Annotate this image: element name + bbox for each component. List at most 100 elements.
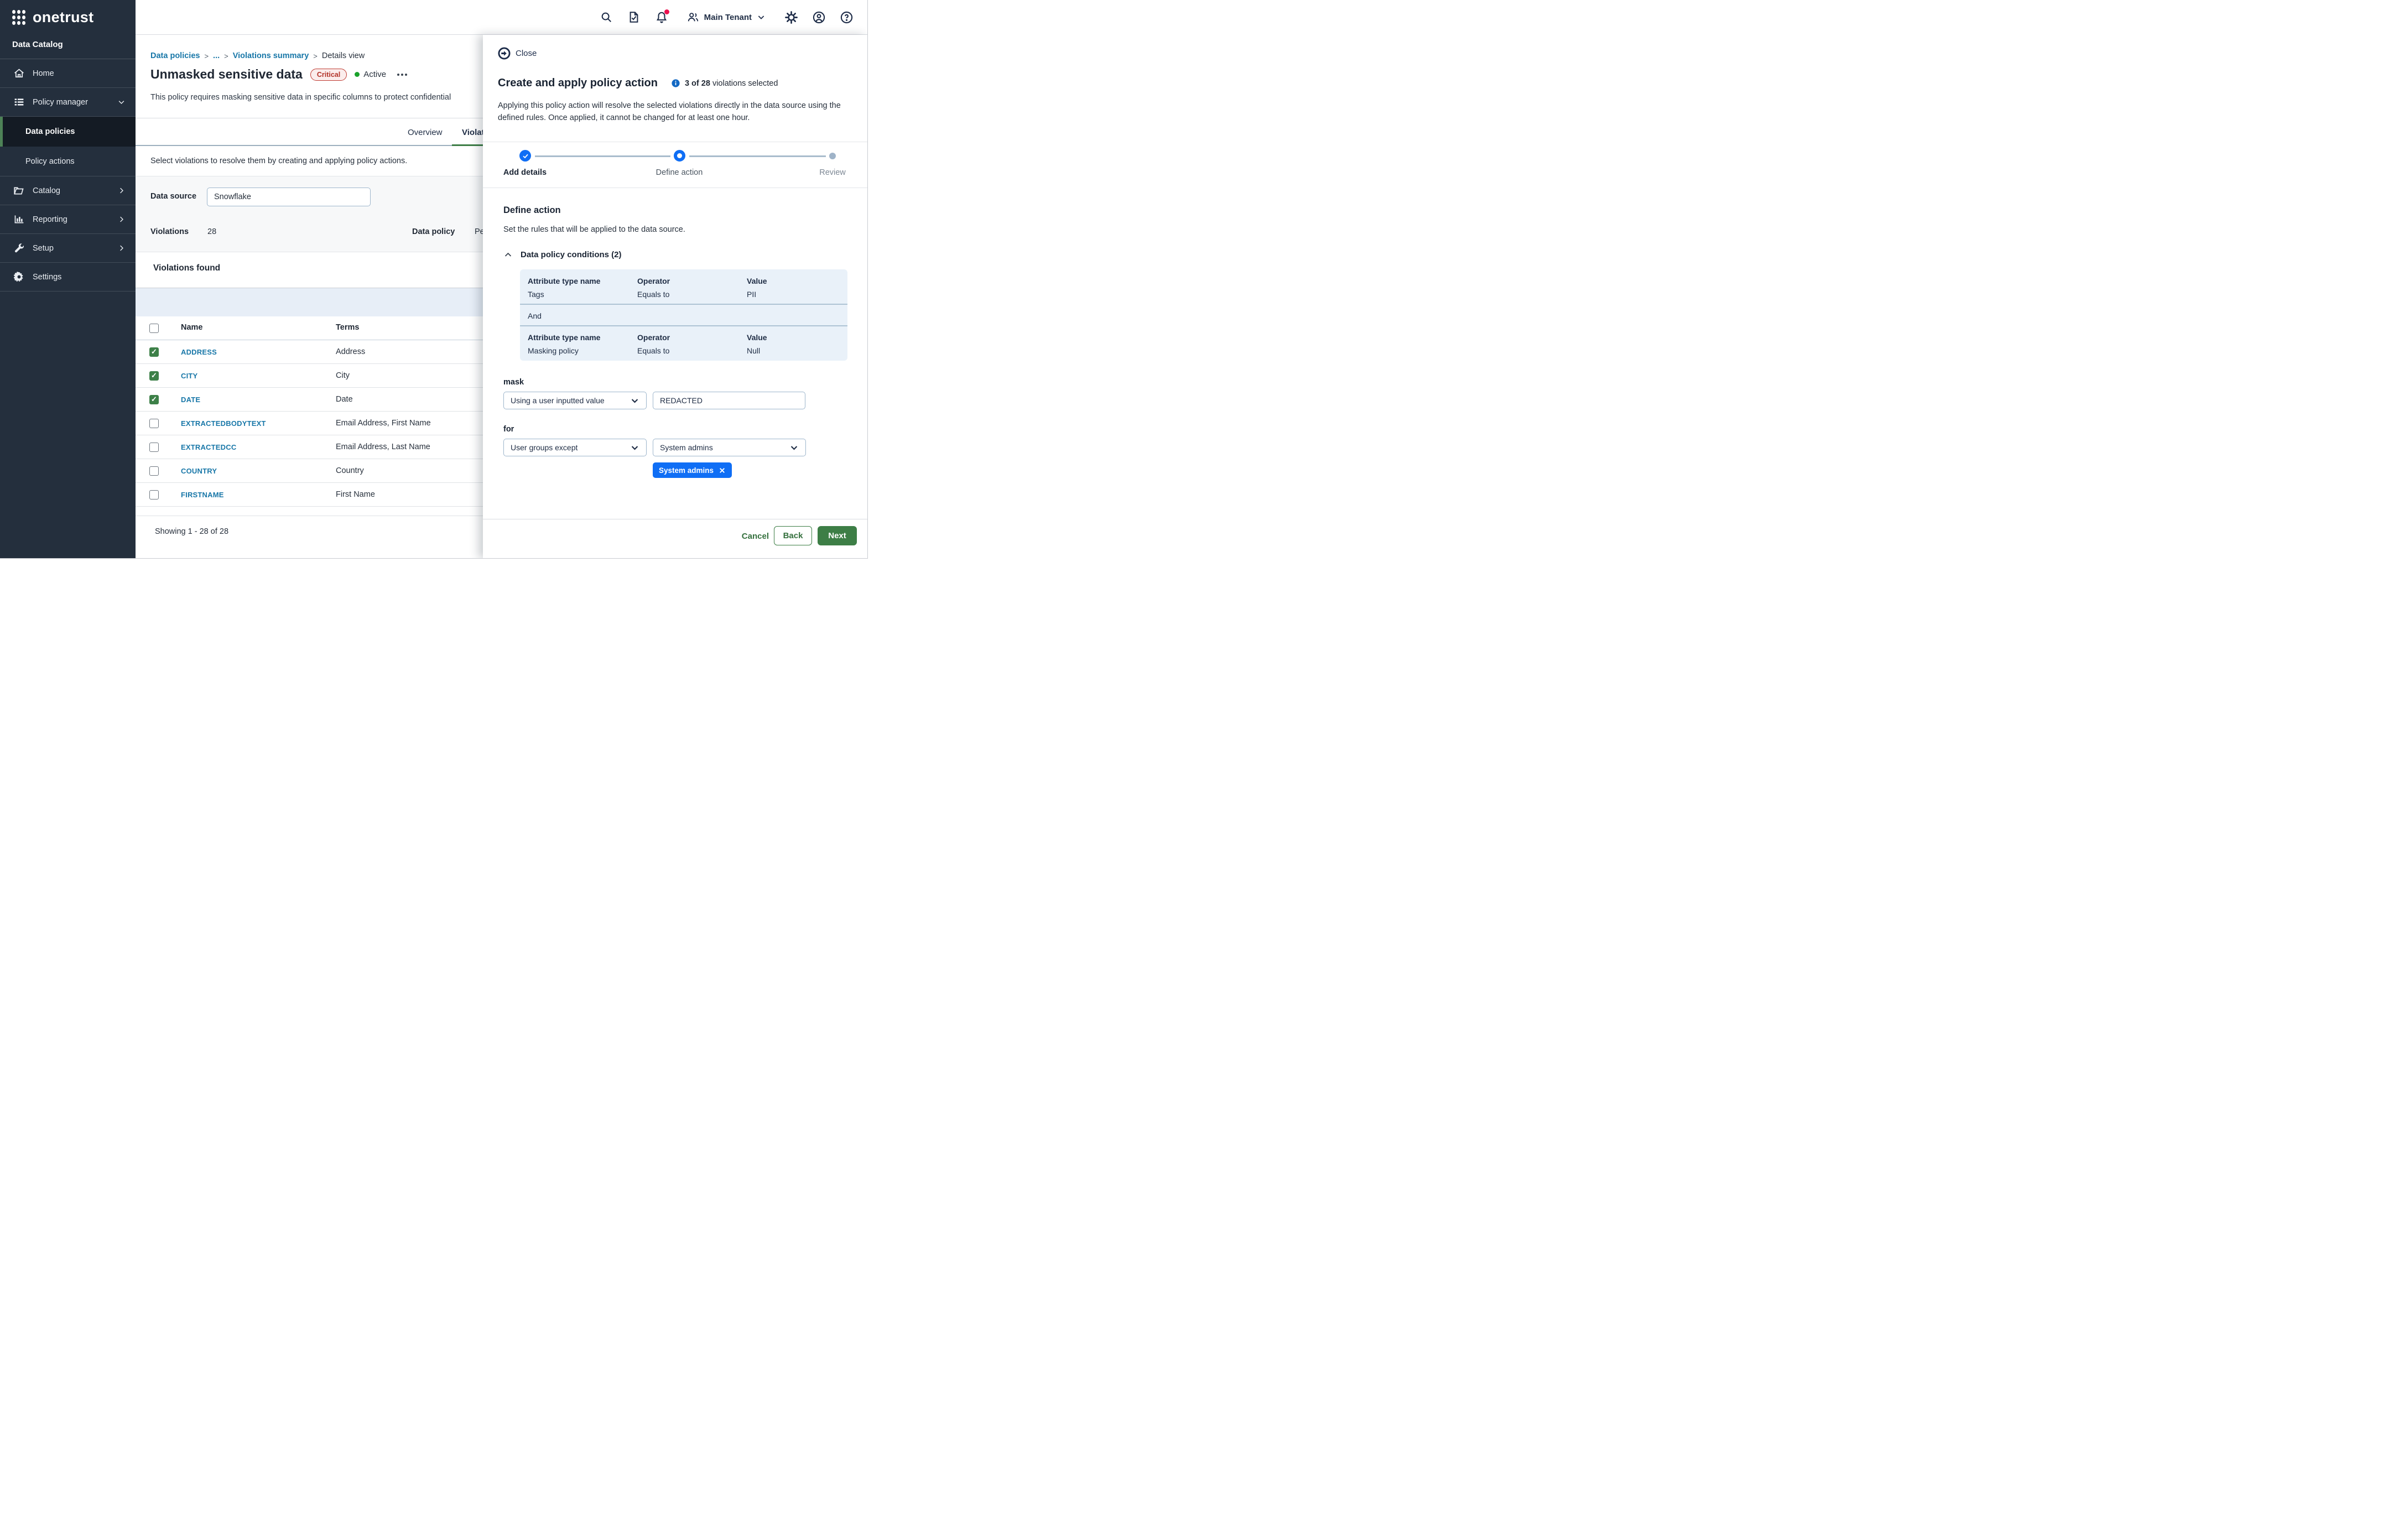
user-group-select[interactable]: System admins (653, 439, 806, 456)
violation-name-link[interactable]: COUNTRY (181, 467, 217, 475)
close-arrow-icon (498, 47, 511, 60)
violation-name-link[interactable]: FIRSTNAME (181, 491, 224, 499)
sidebar: onetrust Data Catalog Home Policy manage… (0, 0, 136, 558)
intro-text: Select violations to resolve them by cre… (150, 157, 407, 165)
violation-name-link[interactable]: DATE (181, 396, 200, 404)
violations-count-value: 28 (207, 227, 216, 236)
tenant-menu[interactable]: Main Tenant (687, 11, 766, 23)
close-button[interactable]: Close (498, 47, 537, 60)
row-checkbox[interactable] (149, 347, 159, 357)
sidebar-item-policy-actions[interactable]: Policy actions (0, 147, 136, 176)
sidebar-item-setup[interactable]: Setup (0, 234, 136, 263)
mask-value-input[interactable] (653, 392, 805, 409)
breadcrumb: Data policies > ... > Violations summary… (150, 51, 365, 60)
row-checkbox[interactable] (149, 443, 159, 452)
stepper: Add details Define action Review (483, 148, 867, 181)
more-options-icon[interactable] (397, 74, 407, 76)
bar-chart-icon (13, 214, 25, 225)
next-button[interactable]: Next (818, 526, 857, 545)
cond-attribute-value: Masking policy (528, 346, 579, 355)
mask-method-select[interactable]: Using a user inputted value (503, 392, 647, 409)
cancel-button[interactable]: Cancel (742, 532, 769, 541)
document-check-icon[interactable] (627, 11, 641, 24)
step-label-add-details: Add details (486, 168, 564, 177)
violation-name-link[interactable]: ADDRESS (181, 348, 217, 356)
tenant-label: Main Tenant (704, 13, 752, 22)
violation-name-link[interactable]: EXTRACTEDBODYTEXT (181, 419, 266, 428)
define-action-heading: Define action (503, 205, 561, 216)
step-connector (689, 155, 826, 157)
step-label-define-action: Define action (641, 168, 718, 177)
wrench-icon (13, 242, 25, 254)
logo-text: onetrust (33, 9, 93, 26)
row-checkbox[interactable] (149, 419, 159, 428)
nine-dot-grid-icon (12, 10, 25, 25)
cond-header-value: Value (747, 333, 767, 342)
row-checkbox[interactable] (149, 371, 159, 381)
breadcrumb-ellipsis[interactable]: ... (213, 51, 220, 60)
breadcrumb-current: Details view (322, 51, 365, 60)
chevron-down-icon (630, 443, 639, 452)
remove-chip-icon[interactable] (719, 467, 726, 474)
gear-icon[interactable] (784, 11, 798, 24)
data-source-input[interactable] (207, 188, 371, 206)
sidebar-item-settings[interactable]: Settings (0, 263, 136, 292)
product-label: Data Catalog (0, 34, 136, 59)
chevron-right-icon (117, 186, 126, 195)
chevron-down-icon (117, 98, 126, 106)
notifications-bell-icon[interactable] (655, 11, 668, 24)
divider (520, 304, 847, 305)
cond-value-value: PII (747, 290, 756, 299)
people-icon (687, 11, 699, 23)
conditions-toggle[interactable]: Data policy conditions (2) (503, 250, 622, 259)
app-root: onetrust Data Catalog Home Policy manage… (0, 0, 867, 558)
severity-badge: Critical (310, 69, 347, 81)
sidebar-item-reporting[interactable]: Reporting (0, 205, 136, 234)
account-icon[interactable] (812, 11, 825, 24)
step-review-icon (829, 153, 836, 159)
cond-attribute-value: Tags (528, 290, 544, 299)
sidebar-item-catalog[interactable]: Catalog (0, 176, 136, 205)
breadcrumb-violations-summary[interactable]: Violations summary (233, 51, 309, 60)
conditions-title: Data policy conditions (2) (521, 250, 622, 259)
breadcrumb-data-policies[interactable]: Data policies (150, 51, 200, 60)
info-icon (671, 79, 680, 88)
chevron-down-icon (789, 443, 799, 452)
user-group-mode-select[interactable]: User groups except (503, 439, 647, 456)
violation-name-link[interactable]: CITY (181, 372, 197, 380)
row-checkbox[interactable] (149, 466, 159, 476)
data-policy-label: Data policy (412, 227, 455, 236)
chevron-up-icon (503, 250, 513, 259)
breadcrumb-separator: > (224, 52, 228, 60)
chevron-right-icon (117, 215, 126, 223)
violation-name-link[interactable]: EXTRACTEDCC (181, 443, 236, 451)
column-header-name: Name (181, 323, 203, 332)
home-icon (13, 67, 25, 79)
row-checkbox[interactable] (149, 395, 159, 404)
sidebar-item-home[interactable]: Home (0, 59, 136, 88)
chevron-right-icon (117, 244, 126, 252)
cond-operator-value: Equals to (637, 290, 669, 299)
page-title: Unmasked sensitive data (150, 67, 303, 82)
select-all-checkbox[interactable] (149, 324, 159, 333)
row-checkbox[interactable] (149, 490, 159, 500)
search-icon[interactable] (600, 11, 613, 24)
sidebar-item-policy-manager[interactable]: Policy manager (0, 88, 136, 117)
breadcrumb-separator: > (313, 52, 318, 60)
gear-icon (13, 271, 25, 283)
status-badge: Active (355, 70, 386, 79)
drawer-title: Create and apply policy action (498, 77, 658, 90)
for-label: for (503, 425, 514, 434)
help-icon[interactable] (840, 11, 853, 24)
pagination-summary: Showing 1 - 28 of 28 (155, 527, 228, 536)
tab-overview[interactable]: Overview (408, 118, 443, 147)
logo[interactable]: onetrust (0, 0, 136, 34)
divider (520, 325, 847, 326)
violations-found-title: Violations found (153, 263, 220, 273)
breadcrumb-separator: > (204, 52, 209, 60)
selected-group-chip: System admins (653, 462, 732, 478)
sidebar-item-data-policies[interactable]: Data policies (0, 117, 136, 147)
topbar: Main Tenant (136, 0, 867, 35)
back-button[interactable]: Back (774, 526, 812, 545)
data-source-label: Data source (150, 192, 196, 201)
